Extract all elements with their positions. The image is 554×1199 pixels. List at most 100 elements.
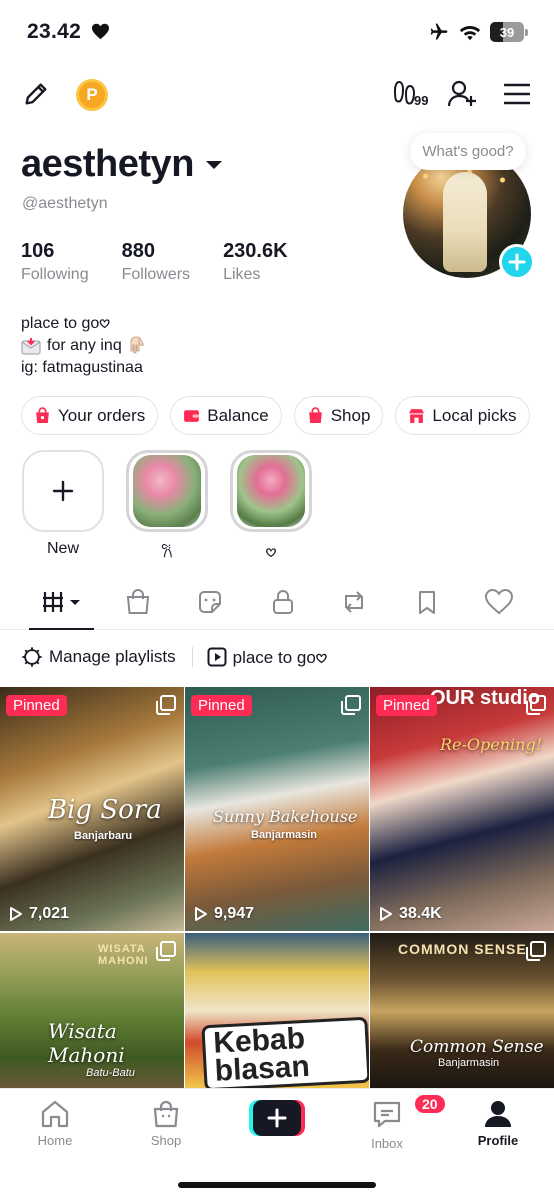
pinned-badge: Pinned (6, 695, 67, 716)
video-tile[interactable]: OUR studio Pinned Re-Opening! 38.4K (370, 687, 554, 931)
multi-photo-icon (526, 941, 546, 961)
plus-icon (267, 1108, 287, 1128)
footprints-icon (394, 80, 416, 105)
tile-sign-text: OUR studio (430, 687, 540, 709)
stat-label: Following (21, 266, 89, 283)
nav-shop[interactable]: Shop (126, 1099, 206, 1148)
username: aesthetyn (21, 143, 194, 185)
shopping-bag-icon (153, 1100, 179, 1128)
menu-icon[interactable] (504, 83, 530, 105)
your-orders-button[interactable]: Your orders (21, 396, 159, 435)
points-coin-icon[interactable]: P (76, 79, 108, 111)
view-count: 38.4K (379, 905, 442, 923)
chip-label: Shop (330, 405, 371, 425)
gear-icon (22, 646, 42, 667)
chip-label: Balance (207, 405, 269, 425)
nav-label: Shop (150, 1133, 182, 1148)
shopping-bag-icon (126, 589, 150, 614)
tab-private[interactable] (269, 588, 297, 621)
chip-label: Local picks (432, 405, 517, 425)
highlight-item[interactable]: 𖹭 (230, 450, 312, 562)
status-time: 23.42 (27, 20, 82, 43)
tab-favorites[interactable] (413, 588, 441, 621)
nav-home[interactable]: Home (15, 1099, 95, 1148)
nav-label: Profile (477, 1133, 519, 1148)
nav-profile[interactable]: Profile (458, 1099, 538, 1148)
stat-label: Followers (121, 266, 191, 283)
stat-value: 106 (21, 240, 55, 262)
profile-views-count: 99 (414, 93, 429, 108)
add-story-button[interactable] (499, 244, 535, 280)
manage-playlists-label: Manage playlists (49, 646, 176, 666)
profile-views-button[interactable]: 99 (394, 80, 429, 108)
highlight-label: New (46, 540, 79, 557)
stat-value: 880 (121, 240, 155, 262)
play-outline-icon (380, 907, 392, 921)
view-count: 9,947 (194, 905, 254, 923)
content-tabs (0, 582, 554, 630)
play-outline-icon (10, 907, 22, 921)
heart-outline-icon (484, 588, 514, 615)
view-count-value: 7,021 (29, 905, 70, 922)
pinned-badge: Pinned (191, 695, 252, 716)
view-count: 7,021 (9, 905, 69, 923)
stat-likes[interactable]: 230.6K Likes (223, 240, 288, 284)
highlight-item[interactable]: 𐙚 (126, 450, 208, 562)
highlight-cover-image (133, 455, 201, 527)
stat-following[interactable]: 106 Following (21, 240, 89, 284)
chip-label: Your orders (58, 405, 146, 425)
multi-photo-icon (341, 695, 361, 715)
points-label: P (86, 85, 98, 104)
active-tab-indicator (29, 628, 94, 630)
plus-icon (52, 480, 74, 502)
account-switcher[interactable]: aesthetyn (21, 143, 222, 186)
video-tile[interactable]: WISATA MAHONI Wisata Mahoni Batu-Batu (0, 933, 184, 1089)
tile-title: Kebab blasan (201, 1016, 369, 1089)
playlist-chip[interactable]: place to go𖹭 (207, 645, 327, 668)
shop-button[interactable]: Shop (293, 396, 384, 435)
tab-stickers[interactable] (196, 588, 224, 621)
create-button[interactable] (249, 1100, 305, 1136)
tab-shop[interactable] (124, 588, 152, 621)
nav-label: Home (37, 1133, 73, 1148)
pointing-hand-icon (130, 336, 144, 354)
manage-playlists-button[interactable]: Manage playlists (21, 646, 176, 668)
grid-icon (43, 592, 80, 612)
nav-label: Inbox (371, 1136, 403, 1151)
add-friend-icon[interactable] (447, 79, 477, 109)
nav-inbox[interactable]: 20 Inbox (347, 1093, 447, 1151)
status-bar: 23.42 39 (0, 0, 554, 64)
tile-subcaption: Banjarmasin (438, 1057, 500, 1069)
inbox-badge: 20 (413, 1093, 447, 1115)
stat-followers[interactable]: 880 Followers (122, 240, 190, 284)
highlight-cover-image (237, 455, 305, 527)
video-tile[interactable]: Pinned Sunny Bakehouse Banjarmasin 9,947 (185, 687, 369, 931)
new-highlight-button[interactable]: New (22, 450, 104, 562)
multi-photo-icon (526, 695, 546, 715)
home-indicator (178, 1182, 376, 1188)
top-nav: P 99 (0, 76, 554, 116)
chevron-down-icon (205, 160, 222, 169)
envelope-icon (21, 338, 41, 355)
repost-icon (345, 591, 363, 613)
divider (191, 646, 193, 667)
view-count-value: 38.4K (399, 905, 442, 922)
tab-reposts[interactable] (340, 588, 368, 621)
local-picks-button[interactable]: Local picks (395, 396, 530, 435)
bookmark-icon (419, 591, 435, 614)
video-tile[interactable]: COMMON SENSE Common Sense Banjarmasin (370, 933, 554, 1089)
shopping-bag-icon (36, 407, 49, 423)
tile-caption: Sunny Bakehouse (213, 807, 358, 826)
lock-icon (273, 590, 293, 614)
balance-button[interactable]: Balance (170, 396, 282, 435)
video-tile[interactable]: Kebab blasan (185, 933, 369, 1089)
tile-sign-text: COMMON SENSE (398, 941, 527, 957)
tab-videos[interactable] (42, 588, 84, 621)
stat-value: 230.6K (223, 240, 288, 262)
video-tile[interactable]: Pinned Big Sora Banjarbaru 7,021 (0, 687, 184, 931)
plus-icon (508, 253, 526, 271)
tile-caption: Big Sora (48, 795, 162, 825)
edit-pencil-icon[interactable] (22, 80, 50, 108)
tab-liked[interactable] (484, 588, 514, 621)
status-note-bubble[interactable]: What's good? (410, 133, 526, 170)
